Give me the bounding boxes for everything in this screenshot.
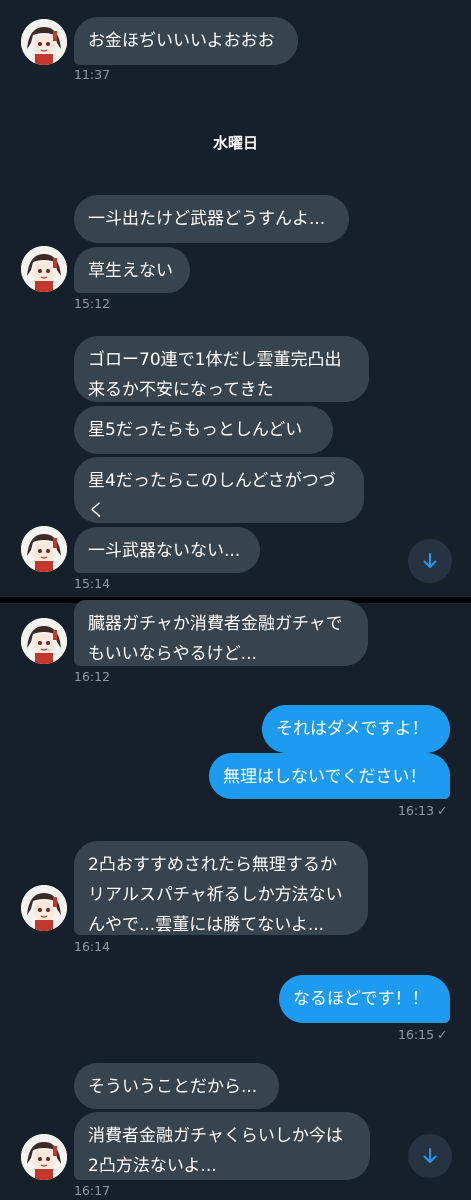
avatar[interactable] bbox=[21, 19, 67, 65]
message-bubble[interactable]: ゴロー70連で1体だし雲董完凸出 来るか不安になってきた bbox=[74, 336, 369, 402]
avatar[interactable] bbox=[21, 618, 67, 664]
read-check-icon: ✓ bbox=[437, 803, 448, 818]
day-separator: 水曜日 bbox=[212, 134, 258, 152]
message-bubble[interactable]: 草生えない bbox=[74, 247, 190, 293]
message-timestamp: 11:37 bbox=[74, 67, 111, 82]
message-timestamp: 16:13 ✓ bbox=[398, 803, 448, 818]
scroll-to-bottom-button[interactable] bbox=[408, 1134, 452, 1178]
message-bubble[interactable]: 臓器ガチャか消費者金融ガチャで もいいならやるけど... bbox=[74, 600, 368, 666]
message-timestamp: 16:17 bbox=[74, 1183, 111, 1198]
scroll-to-bottom-button[interactable] bbox=[408, 539, 452, 583]
message-bubble[interactable]: 消費者金融ガチャくらいしか今は 2凸方法ないよ... bbox=[74, 1112, 370, 1180]
avatar[interactable] bbox=[21, 885, 67, 931]
message-bubble[interactable]: それはダメですよ！ bbox=[262, 705, 450, 753]
message-bubble[interactable]: 一斗武器ないない... bbox=[74, 527, 260, 573]
message-bubble[interactable]: お金ほぢいいいよおおお bbox=[74, 17, 298, 65]
arrow-down-icon bbox=[423, 1148, 437, 1163]
message-timestamp: 15:14 bbox=[74, 576, 111, 591]
message-timestamp: 16:14 bbox=[74, 939, 111, 954]
message-timestamp: 16:15 ✓ bbox=[398, 1027, 448, 1042]
read-check-icon: ✓ bbox=[437, 1027, 448, 1042]
message-bubble[interactable]: 一斗出たけど武器どうすんよ... bbox=[74, 195, 349, 243]
message-bubble[interactable]: なるほどです！！ bbox=[279, 975, 450, 1023]
message-bubble[interactable]: 無理はしないでください！ bbox=[209, 753, 450, 799]
arrow-down-icon bbox=[423, 553, 437, 568]
message-timestamp: 16:12 bbox=[74, 669, 111, 684]
message-timestamp: 15:12 bbox=[74, 296, 111, 311]
avatar[interactable] bbox=[21, 1134, 67, 1180]
message-bubble[interactable]: 2凸おすすめされたら無理するか リアルスパチャ祈るしか方法ない んやで...雲董… bbox=[74, 841, 368, 935]
message-bubble[interactable]: 星5だったらもっとしんどい bbox=[74, 406, 333, 454]
message-bubble[interactable]: 星4だったらこのしんどさがつづ く bbox=[74, 457, 364, 523]
avatar[interactable] bbox=[21, 246, 67, 292]
message-bubble[interactable]: そういうことだから... bbox=[74, 1063, 279, 1109]
avatar[interactable] bbox=[21, 526, 67, 572]
